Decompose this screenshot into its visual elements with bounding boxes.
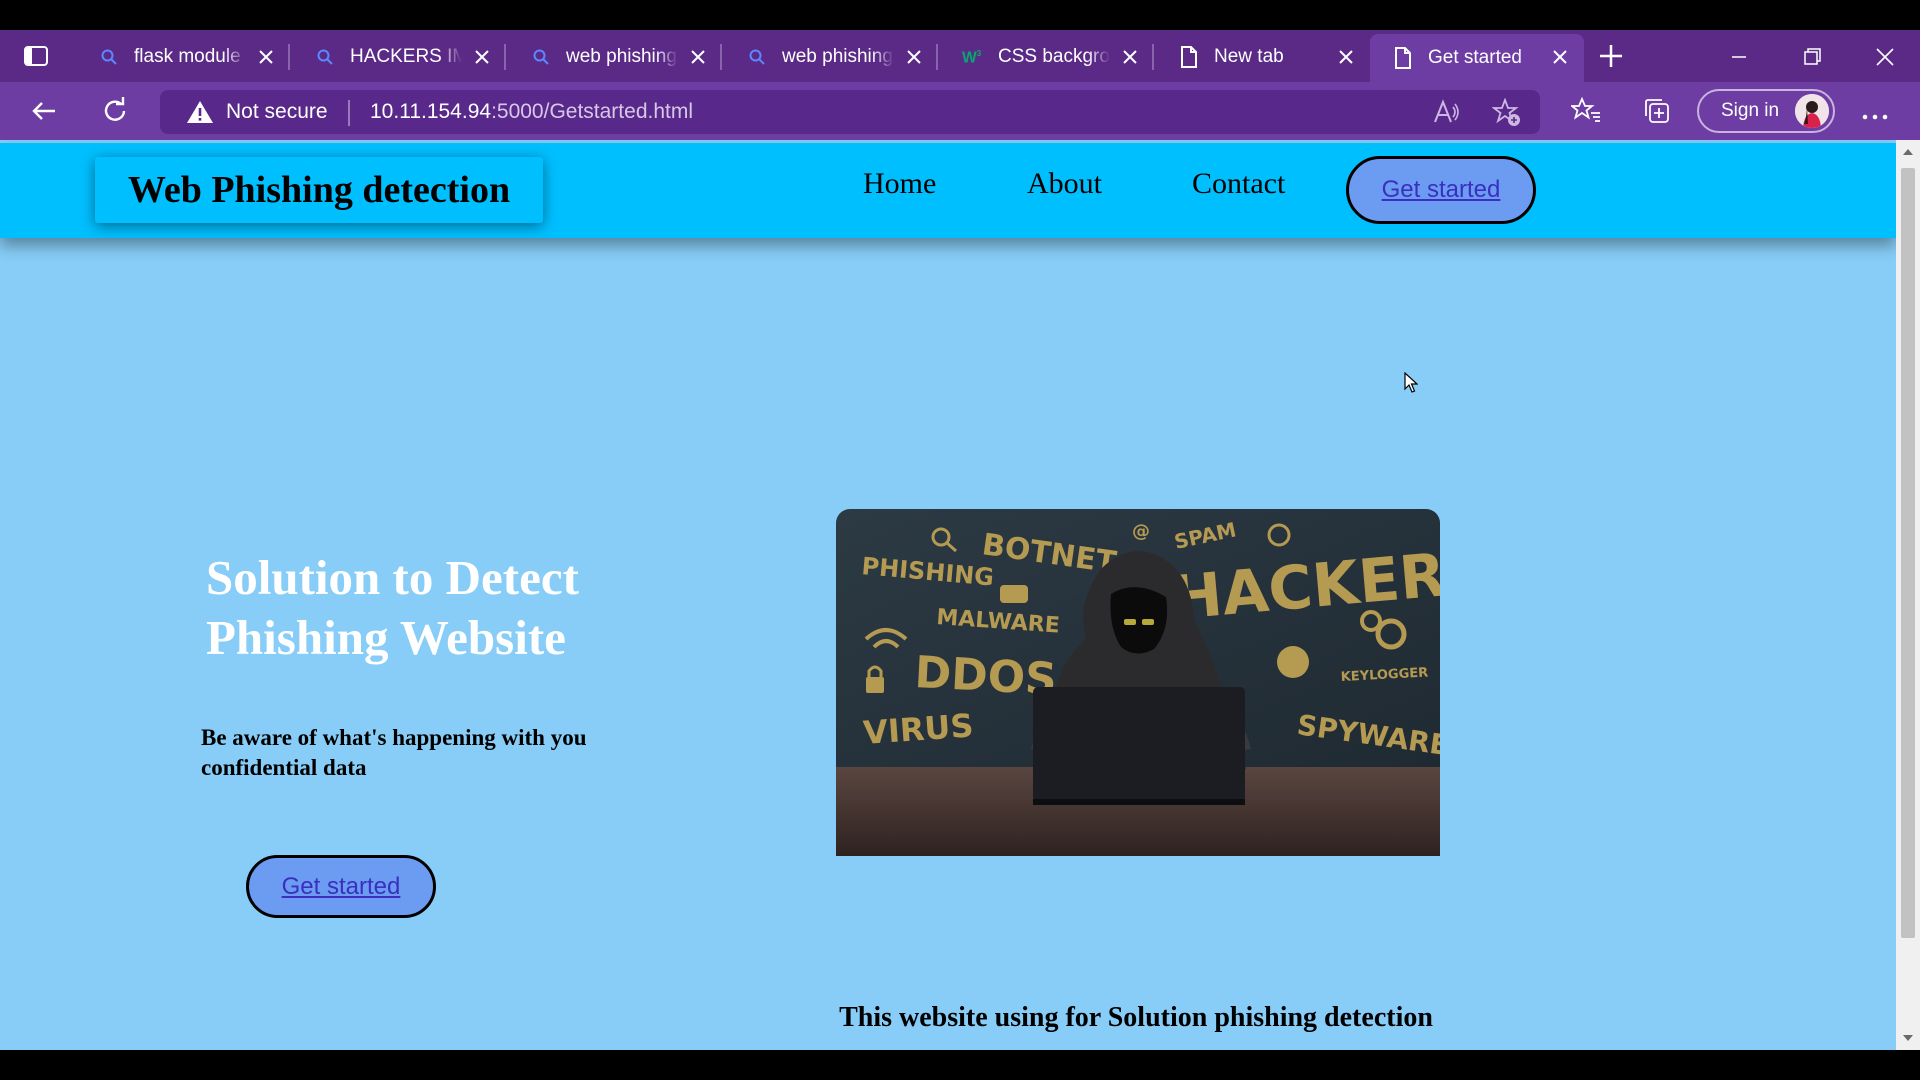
tab-title: Get started [1428, 47, 1522, 68]
hero-get-started-button[interactable]: Get started [246, 855, 436, 918]
page-icon [1392, 47, 1414, 69]
site-brand: Web Phishing detection [95, 157, 543, 223]
tab-new-tab[interactable]: New tab [1156, 34, 1370, 80]
hero-subtitle-line: Be aware of what's happening with you [201, 725, 587, 750]
sign-in-button[interactable]: Sign in [1697, 89, 1835, 133]
browser-toolbar: Not secure 10.11.154.94:5000/Getstarted.… [0, 82, 1920, 140]
top-black-bar [0, 0, 1920, 30]
nav-home[interactable]: Home [863, 167, 936, 201]
hero-subtitle: Be aware of what's happening with you co… [201, 723, 671, 783]
minimize-icon[interactable] [1724, 42, 1754, 72]
sign-in-label: Sign in [1721, 100, 1780, 121]
footer-text: This website using for Solution phishing… [839, 1002, 1433, 1033]
search-icon [746, 46, 768, 68]
nav-about[interactable]: About [1027, 167, 1102, 201]
new-tab-button[interactable] [1595, 42, 1627, 70]
hacker-image: BOTNET SPAM PHISHING HACKER MALWARE DDOS… [836, 509, 1440, 856]
scroll-down-arrow-icon[interactable] [1903, 1035, 1913, 1041]
w3schools-icon: W3 [962, 46, 984, 68]
hero-title: Solution to Detect Phishing Website [206, 548, 686, 668]
hero-subtitle-line: confidential data [201, 755, 367, 780]
tab-title: flask module [134, 46, 241, 67]
avatar [1795, 94, 1829, 128]
close-icon[interactable] [472, 47, 492, 67]
browser-tab-strip: flask module HACKERS IMAGES web phishing… [0, 30, 1920, 82]
mouse-cursor-icon [1404, 371, 1419, 394]
tab-web-phishing-2[interactable]: web phishing [724, 34, 938, 80]
security-indicator[interactable]: Not secure [186, 99, 328, 125]
close-icon[interactable] [1120, 47, 1140, 67]
site-header: Web Phishing detection Home About Contac… [0, 143, 1896, 238]
address-bar[interactable]: Not secure 10.11.154.94:5000/Getstarted.… [160, 90, 1540, 134]
page-viewport: Web Phishing detection Home About Contac… [0, 140, 1896, 1050]
address-separator [348, 100, 350, 126]
tab-css-background[interactable]: W3 CSS background [940, 34, 1154, 80]
not-secure-label: Not secure [226, 100, 328, 123]
add-favorite-icon[interactable] [1491, 97, 1520, 126]
close-icon[interactable] [256, 47, 276, 67]
svg-text:3: 3 [977, 49, 982, 58]
url-path: :5000/Getstarted.html [491, 100, 694, 123]
url-host: 10.11.154.94 [370, 100, 492, 123]
tab-title: web phishing [566, 46, 677, 67]
tab-get-started[interactable]: Get started [1370, 34, 1584, 82]
hero-title-line: Solution to Detect [206, 550, 579, 605]
close-icon[interactable] [1336, 47, 1356, 67]
search-icon [98, 46, 120, 68]
vertical-scrollbar[interactable] [1896, 140, 1920, 1050]
svg-text:@: @ [1132, 521, 1150, 542]
tab-actions-icon[interactable] [22, 44, 50, 68]
restore-icon[interactable] [1797, 42, 1827, 72]
tab-flask-module[interactable]: flask module [76, 34, 290, 80]
page-icon [1178, 46, 1200, 68]
nav-contact[interactable]: Contact [1192, 167, 1285, 201]
collections-icon[interactable] [1642, 96, 1672, 126]
search-icon [530, 46, 552, 68]
favorites-icon[interactable] [1569, 96, 1601, 126]
url-text[interactable]: 10.11.154.94:5000/Getstarted.html [370, 100, 693, 124]
tab-hackers-images[interactable]: HACKERS IMAGES [292, 34, 506, 80]
tab-title: HACKERS IMAGES [350, 46, 462, 67]
close-window-icon[interactable] [1870, 42, 1900, 72]
tab-title: New tab [1214, 46, 1284, 67]
close-icon[interactable] [904, 47, 924, 67]
refresh-icon[interactable] [98, 94, 132, 128]
tab-title: web phishing [782, 46, 893, 67]
bottom-black-bar [0, 1050, 1920, 1080]
tab-title: CSS background [998, 46, 1110, 67]
scroll-up-arrow-icon[interactable] [1903, 149, 1913, 155]
close-icon[interactable] [1550, 47, 1570, 67]
search-icon [314, 46, 336, 68]
hero-title-line: Phishing Website [206, 610, 566, 665]
read-aloud-icon[interactable] [1432, 98, 1460, 126]
tab-web-phishing-1[interactable]: web phishing [508, 34, 722, 80]
warning-icon [187, 101, 213, 123]
more-options-icon[interactable] [1860, 108, 1890, 120]
header-get-started-button[interactable]: Get started [1346, 156, 1536, 224]
scrollbar-thumb[interactable] [1901, 168, 1915, 938]
svg-text:W: W [962, 50, 977, 67]
close-icon[interactable] [688, 47, 708, 67]
back-arrow-icon[interactable] [27, 94, 61, 128]
image-text: VIRUS [862, 706, 975, 752]
